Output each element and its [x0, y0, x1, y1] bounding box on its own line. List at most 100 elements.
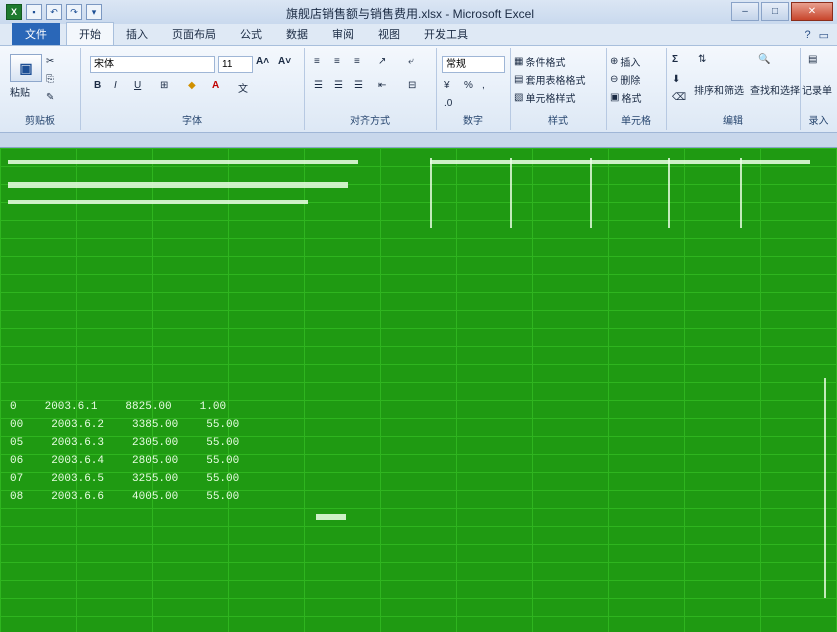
- sales-cell[interactable]: 3255.00: [132, 470, 178, 488]
- currency-icon[interactable]: ¥: [444, 80, 450, 91]
- format-cells-icon: ▣: [610, 92, 620, 103]
- tab-home[interactable]: 开始: [66, 22, 114, 45]
- cost-cell[interactable]: 1.00: [200, 398, 226, 416]
- cost-cell[interactable]: 55.00: [206, 470, 239, 488]
- tab-file[interactable]: 文件: [12, 23, 60, 45]
- align-middle-icon[interactable]: ≡: [334, 56, 340, 67]
- date-cell[interactable]: 2003.6.1: [45, 398, 98, 416]
- clear-icon[interactable]: ⌫: [672, 92, 686, 103]
- styles-group: ▦ 条件格式 ▤ 套用表格格式 ▧ 单元格样式 样式: [510, 48, 607, 130]
- percent-button[interactable]: %: [464, 80, 473, 91]
- table-row[interactable]: 0 2003.6.1 8825.00 1.00: [10, 398, 239, 416]
- increase-font-icon[interactable]: A˄: [256, 56, 269, 67]
- customize-qat-icon[interactable]: ▾: [86, 4, 102, 20]
- table-row[interactable]: 07 2003.6.5 3255.00 55.00: [10, 470, 239, 488]
- tab-insert[interactable]: 插入: [114, 23, 160, 45]
- phonetic-icon[interactable]: 文: [238, 80, 248, 95]
- align-top-icon[interactable]: ≡: [314, 56, 320, 67]
- italic-button[interactable]: I: [114, 80, 117, 91]
- table-row[interactable]: 06 2003.6.4 2805.00 55.00: [10, 452, 239, 470]
- autosum-button[interactable]: Σ: [672, 54, 678, 65]
- insert-cells-button[interactable]: ⊕ 插入: [610, 54, 640, 69]
- increase-decimal-icon[interactable]: .0: [444, 98, 452, 109]
- sales-cell[interactable]: 2305.00: [132, 434, 178, 452]
- conditional-format-button[interactable]: ▦ 条件格式: [514, 54, 565, 69]
- quick-access-toolbar: X ▪ ↶ ↷ ▾: [6, 4, 102, 20]
- align-center-icon[interactable]: ☰: [334, 80, 343, 91]
- render-artifact: [8, 200, 308, 204]
- delete-cells-button[interactable]: ⊖ 删除: [610, 72, 640, 87]
- copy-icon[interactable]: ⎘: [46, 74, 54, 85]
- paste-button[interactable]: ▣: [10, 54, 42, 82]
- date-cell[interactable]: 2003.6.4: [51, 452, 104, 470]
- record-form-button[interactable]: 记录单: [802, 82, 832, 97]
- cut-icon[interactable]: ✂: [46, 56, 54, 67]
- decrease-font-icon[interactable]: A˅: [278, 56, 291, 67]
- table-format-button[interactable]: ▤ 套用表格格式: [514, 72, 585, 87]
- editing-group-label: 编辑: [723, 116, 743, 127]
- font-name-field[interactable]: 宋体: [90, 56, 215, 73]
- tab-review[interactable]: 审阅: [320, 23, 366, 45]
- border-icon[interactable]: ⊞: [160, 80, 168, 91]
- find-select-icon[interactable]: 🔍: [758, 54, 770, 65]
- maximize-button[interactable]: □: [761, 2, 789, 21]
- tab-view[interactable]: 视图: [366, 23, 412, 45]
- fill-color-icon[interactable]: ◆: [188, 80, 196, 91]
- sales-cell[interactable]: 4005.00: [132, 488, 178, 506]
- minimize-button[interactable]: –: [731, 2, 759, 21]
- record-form-icon[interactable]: ▤: [808, 54, 817, 65]
- date-cell[interactable]: 2003.6.2: [51, 416, 104, 434]
- cost-cell[interactable]: 55.00: [206, 416, 239, 434]
- save-icon[interactable]: ▪: [26, 4, 42, 20]
- redo-icon[interactable]: ↷: [66, 4, 82, 20]
- cost-cell[interactable]: 55.00: [206, 434, 239, 452]
- help-icon[interactable]: ?: [804, 29, 810, 42]
- cell-style-label: 单元格样式: [525, 94, 576, 105]
- date-cell[interactable]: 2003.6.6: [51, 488, 104, 506]
- comma-icon[interactable]: ,: [482, 80, 485, 91]
- align-left-icon[interactable]: ☰: [314, 80, 323, 91]
- font-size-field[interactable]: 11: [218, 56, 253, 73]
- merge-center-icon[interactable]: ⊟: [408, 80, 416, 91]
- table-row[interactable]: 05 2003.6.3 2305.00 55.00: [10, 434, 239, 452]
- tab-page-layout[interactable]: 页面布局: [160, 23, 228, 45]
- sort-filter-icon[interactable]: ⇅: [698, 54, 706, 65]
- sales-cell[interactable]: 2805.00: [132, 452, 178, 470]
- font-color-icon[interactable]: A: [212, 80, 219, 91]
- render-artifact: [510, 158, 512, 228]
- tab-developer[interactable]: 开发工具: [412, 23, 480, 45]
- sales-cell[interactable]: 8825.00: [125, 398, 171, 416]
- undo-icon[interactable]: ↶: [46, 4, 62, 20]
- table-row[interactable]: 08 2003.6.6 4005.00 55.00: [10, 488, 239, 506]
- ribbon-minimize-icon[interactable]: ▭: [819, 29, 829, 42]
- find-select-button[interactable]: 查找和选择: [750, 82, 800, 97]
- sort-filter-button[interactable]: 排序和筛选: [694, 82, 744, 97]
- format-cells-button[interactable]: ▣ 格式: [610, 90, 641, 105]
- cells-group: ⊕ 插入 ⊖ 删除 ▣ 格式 单元格: [606, 48, 667, 130]
- format-painter-icon[interactable]: ✎: [46, 92, 54, 103]
- tab-formulas[interactable]: 公式: [228, 23, 274, 45]
- row-number: 06: [10, 455, 24, 467]
- bold-button[interactable]: B: [94, 80, 101, 91]
- sales-cell[interactable]: 3385.00: [132, 416, 178, 434]
- align-bottom-icon[interactable]: ≡: [354, 56, 360, 67]
- number-format-field[interactable]: 常规: [442, 56, 505, 73]
- underline-button[interactable]: U: [134, 80, 141, 91]
- align-right-icon[interactable]: ☰: [354, 80, 363, 91]
- tab-data[interactable]: 数据: [274, 23, 320, 45]
- worksheet-grid[interactable]: [0, 148, 837, 632]
- fill-icon[interactable]: ⬇: [672, 74, 680, 85]
- date-cell[interactable]: 2003.6.3: [51, 434, 104, 452]
- wrap-text-icon[interactable]: ⤶: [408, 56, 414, 67]
- cost-cell[interactable]: 55.00: [206, 452, 239, 470]
- cost-cell[interactable]: 55.00: [206, 488, 239, 506]
- close-button[interactable]: ✕: [791, 2, 833, 21]
- table-row[interactable]: 00 2003.6.2 3385.00 55.00: [10, 416, 239, 434]
- orientation-icon[interactable]: ↗: [378, 56, 386, 67]
- conditional-format-label: 条件格式: [525, 58, 566, 69]
- date-cell[interactable]: 2003.6.5: [51, 470, 104, 488]
- cell-style-button[interactable]: ▧ 单元格样式: [514, 90, 575, 105]
- render-artifact: [668, 158, 670, 228]
- decrease-indent-icon[interactable]: ⇤: [378, 80, 386, 91]
- insert-cells-icon: ⊕: [610, 56, 619, 67]
